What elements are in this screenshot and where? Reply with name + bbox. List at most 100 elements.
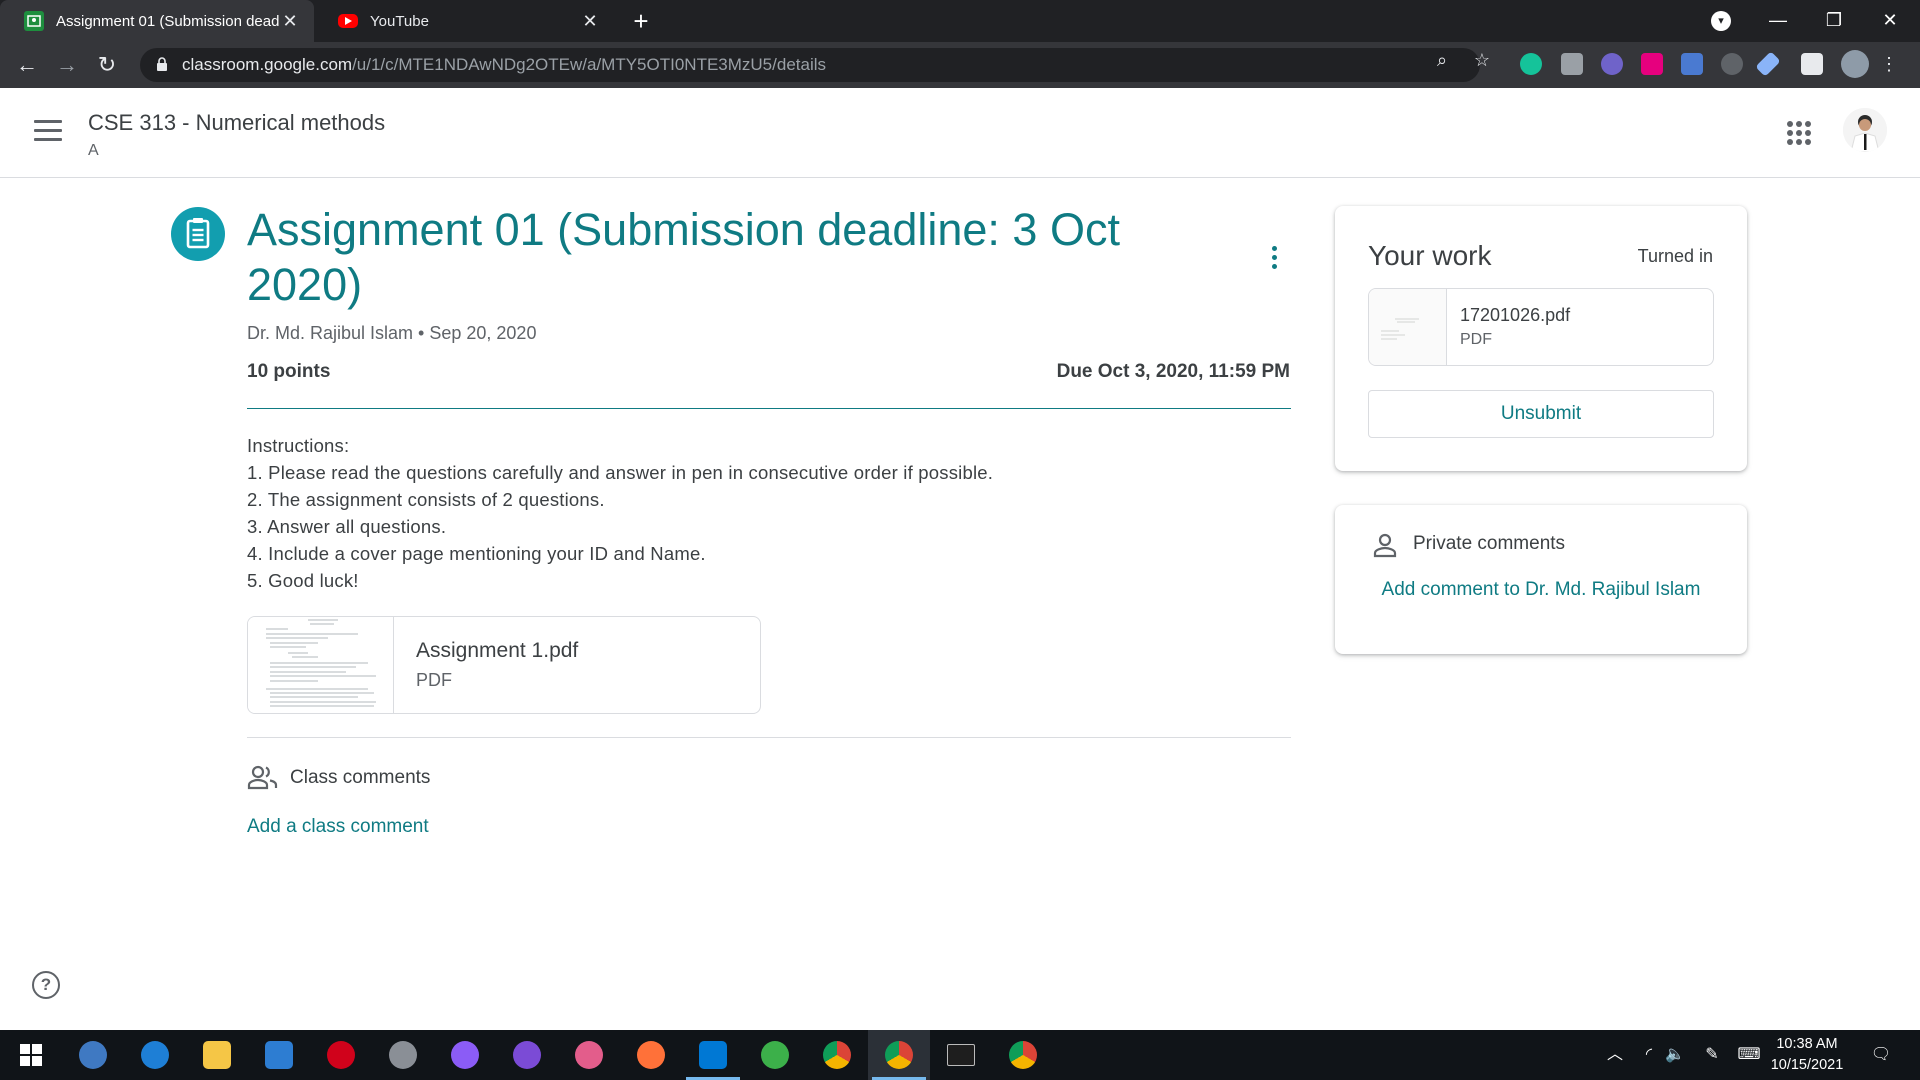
keyboard-icon[interactable]: ⌨: [1734, 1030, 1764, 1080]
tab-youtube[interactable]: YouTube ✕: [314, 0, 614, 42]
chrome-profile-icon: [885, 1041, 913, 1069]
taskbar-app-vscode[interactable]: [682, 1030, 744, 1080]
forward-icon[interactable]: →: [50, 48, 84, 82]
windows-taskbar: ︿ ◜ 🔈 ✎ ⌨ 10:38 AM 10/15/2021 🗨: [0, 1030, 1920, 1080]
instruction-line: 5. Good luck!: [247, 570, 359, 591]
zoom-icon[interactable]: ⌕: [1430, 48, 1454, 72]
taskbar-app-opera[interactable]: [310, 1030, 372, 1080]
tab-assignment[interactable]: Assignment 01 (Submission dead ✕: [0, 0, 314, 42]
edge-icon: [141, 1041, 169, 1069]
windows-logo-icon: [20, 1044, 42, 1066]
opera-icon: [327, 1041, 355, 1069]
chrome-menu-icon[interactable]: ⋮: [1880, 52, 1898, 76]
paint-icon: [575, 1041, 603, 1069]
folder-icon: [203, 1041, 231, 1069]
tab-close-icon[interactable]: ✕: [580, 11, 600, 32]
help-icon[interactable]: ?: [32, 971, 60, 999]
taskbar-app-edge[interactable]: [124, 1030, 186, 1080]
messenger-icon: [451, 1041, 479, 1069]
submission-status: Turned in: [1637, 246, 1713, 266]
taskbar-app-firefox[interactable]: [620, 1030, 682, 1080]
url-text: classroom.google.com/u/1/c/MTE1NDAwNDg2O…: [182, 55, 827, 74]
taskbar-app-messenger[interactable]: [434, 1030, 496, 1080]
tracker-extension-icon[interactable]: [1721, 53, 1743, 75]
more-options-icon[interactable]: [1262, 246, 1286, 276]
classroom-header: CSE 313 - Numerical methods A: [0, 88, 1920, 178]
posted-date: Sep 20, 2020: [429, 323, 537, 343]
play-extension-icon[interactable]: [1641, 53, 1663, 75]
clock-time: 10:38 AM: [1776, 1036, 1838, 1052]
person-icon: [1372, 532, 1398, 558]
people-icon: [247, 764, 279, 790]
terminal-icon: [947, 1044, 975, 1066]
reload-icon[interactable]: ↻: [90, 48, 124, 82]
taskbar-app-globe[interactable]: [744, 1030, 806, 1080]
qbittorrent-icon: [79, 1041, 107, 1069]
vpn-extension-icon[interactable]: [1601, 53, 1623, 75]
notifications-icon[interactable]: 🗨: [1866, 1030, 1896, 1080]
grammarly-extension-icon[interactable]: [1520, 53, 1542, 75]
download-extension-icon[interactable]: [1681, 53, 1703, 75]
pen-workspace-icon[interactable]: ✎: [1697, 1030, 1727, 1080]
taskbar-app-mail[interactable]: [248, 1030, 310, 1080]
address-bar[interactable]: classroom.google.com/u/1/c/MTE1NDAwNDg2O…: [140, 48, 1480, 82]
show-hidden-icons[interactable]: ︿: [1600, 1030, 1630, 1080]
start-button[interactable]: [0, 1030, 62, 1080]
restore-icon[interactable]: ❐: [1806, 0, 1862, 42]
tab-title: Assignment 01 (Submission dead: [56, 12, 280, 30]
class-name[interactable]: CSE 313 - Numerical methods: [88, 110, 385, 136]
submitted-file[interactable]: 17201026.pdf PDF: [1368, 288, 1714, 366]
main-menu-icon[interactable]: [34, 120, 62, 142]
taskbar-app-github[interactable]: [496, 1030, 558, 1080]
youtube-favicon-icon: [338, 14, 358, 28]
comments-divider: [247, 737, 1291, 738]
instructions-text: Instructions: 1. Please read the questio…: [247, 432, 993, 594]
class-comments-label: Class comments: [290, 767, 431, 788]
assignment-points: 10 points: [247, 361, 331, 382]
camera-extension-icon[interactable]: [1561, 53, 1583, 75]
google-apps-icon[interactable]: [1787, 121, 1811, 145]
vscode-icon: [699, 1041, 727, 1069]
add-class-comment-link[interactable]: Add a class comment: [247, 816, 429, 838]
teacher-name: Dr. Md. Rajibul Islam: [247, 323, 414, 343]
taskbar-app-chrome-ex[interactable]: [992, 1030, 1054, 1080]
tab-title: YouTube: [370, 12, 429, 30]
taskbar-app-terminal[interactable]: [930, 1030, 992, 1080]
attachment-name: Assignment 1.pdf: [416, 639, 579, 662]
instruction-line: 2. The assignment consists of 2 question…: [247, 489, 605, 510]
close-window-icon[interactable]: ✕: [1862, 0, 1918, 42]
volume-icon[interactable]: 🔈: [1660, 1030, 1690, 1080]
minimize-icon[interactable]: —: [1750, 0, 1806, 42]
chrome-profile-avatar[interactable]: [1841, 50, 1869, 78]
chrome-ex-icon: [1009, 1041, 1037, 1069]
add-private-comment-link[interactable]: Add comment to Dr. Md. Rajibul Islam: [1375, 573, 1707, 606]
extensions-puzzle-icon[interactable]: [1801, 53, 1823, 75]
attachment-thumbnail: [248, 617, 394, 713]
classroom-favicon-icon: [24, 11, 44, 31]
class-section: A: [88, 142, 99, 159]
submitted-file-thumbnail: [1369, 289, 1447, 365]
back-icon[interactable]: ←: [10, 48, 44, 82]
taskbar-app-chrome-active[interactable]: [868, 1030, 930, 1080]
taskbar-app-explorer[interactable]: [186, 1030, 248, 1080]
new-tab-button[interactable]: +: [624, 4, 658, 38]
instruction-line: 4. Include a cover page mentioning your …: [247, 543, 706, 564]
instruction-line: Instructions:: [247, 435, 350, 456]
taskbar-app-satellite[interactable]: [372, 1030, 434, 1080]
taskbar-app-qbittorrent[interactable]: [62, 1030, 124, 1080]
bookmark-star-icon[interactable]: ☆: [1470, 48, 1494, 72]
taskbar-app-chrome[interactable]: [806, 1030, 868, 1080]
private-comments-card: Private comments Add comment to Dr. Md. …: [1335, 505, 1747, 654]
account-avatar[interactable]: [1843, 108, 1887, 152]
system-clock[interactable]: 10:38 AM 10/15/2021: [1762, 1034, 1852, 1076]
tab-close-icon[interactable]: ✕: [280, 11, 300, 32]
assignment-due-date: Due Oct 3, 2020, 11:59 PM: [1056, 361, 1290, 382]
assignment-attachment[interactable]: Assignment 1.pdf PDF: [247, 616, 761, 714]
tab-search-icon[interactable]: ▾: [1711, 11, 1731, 31]
instruction-line: 1. Please read the questions carefully a…: [247, 462, 994, 483]
mail-icon: [265, 1041, 293, 1069]
taskbar-app-paint[interactable]: [558, 1030, 620, 1080]
attachment-type: PDF: [416, 670, 452, 690]
browser-tab-bar: Assignment 01 (Submission dead ✕ YouTube…: [0, 0, 1920, 42]
unsubmit-button[interactable]: Unsubmit: [1368, 390, 1714, 438]
